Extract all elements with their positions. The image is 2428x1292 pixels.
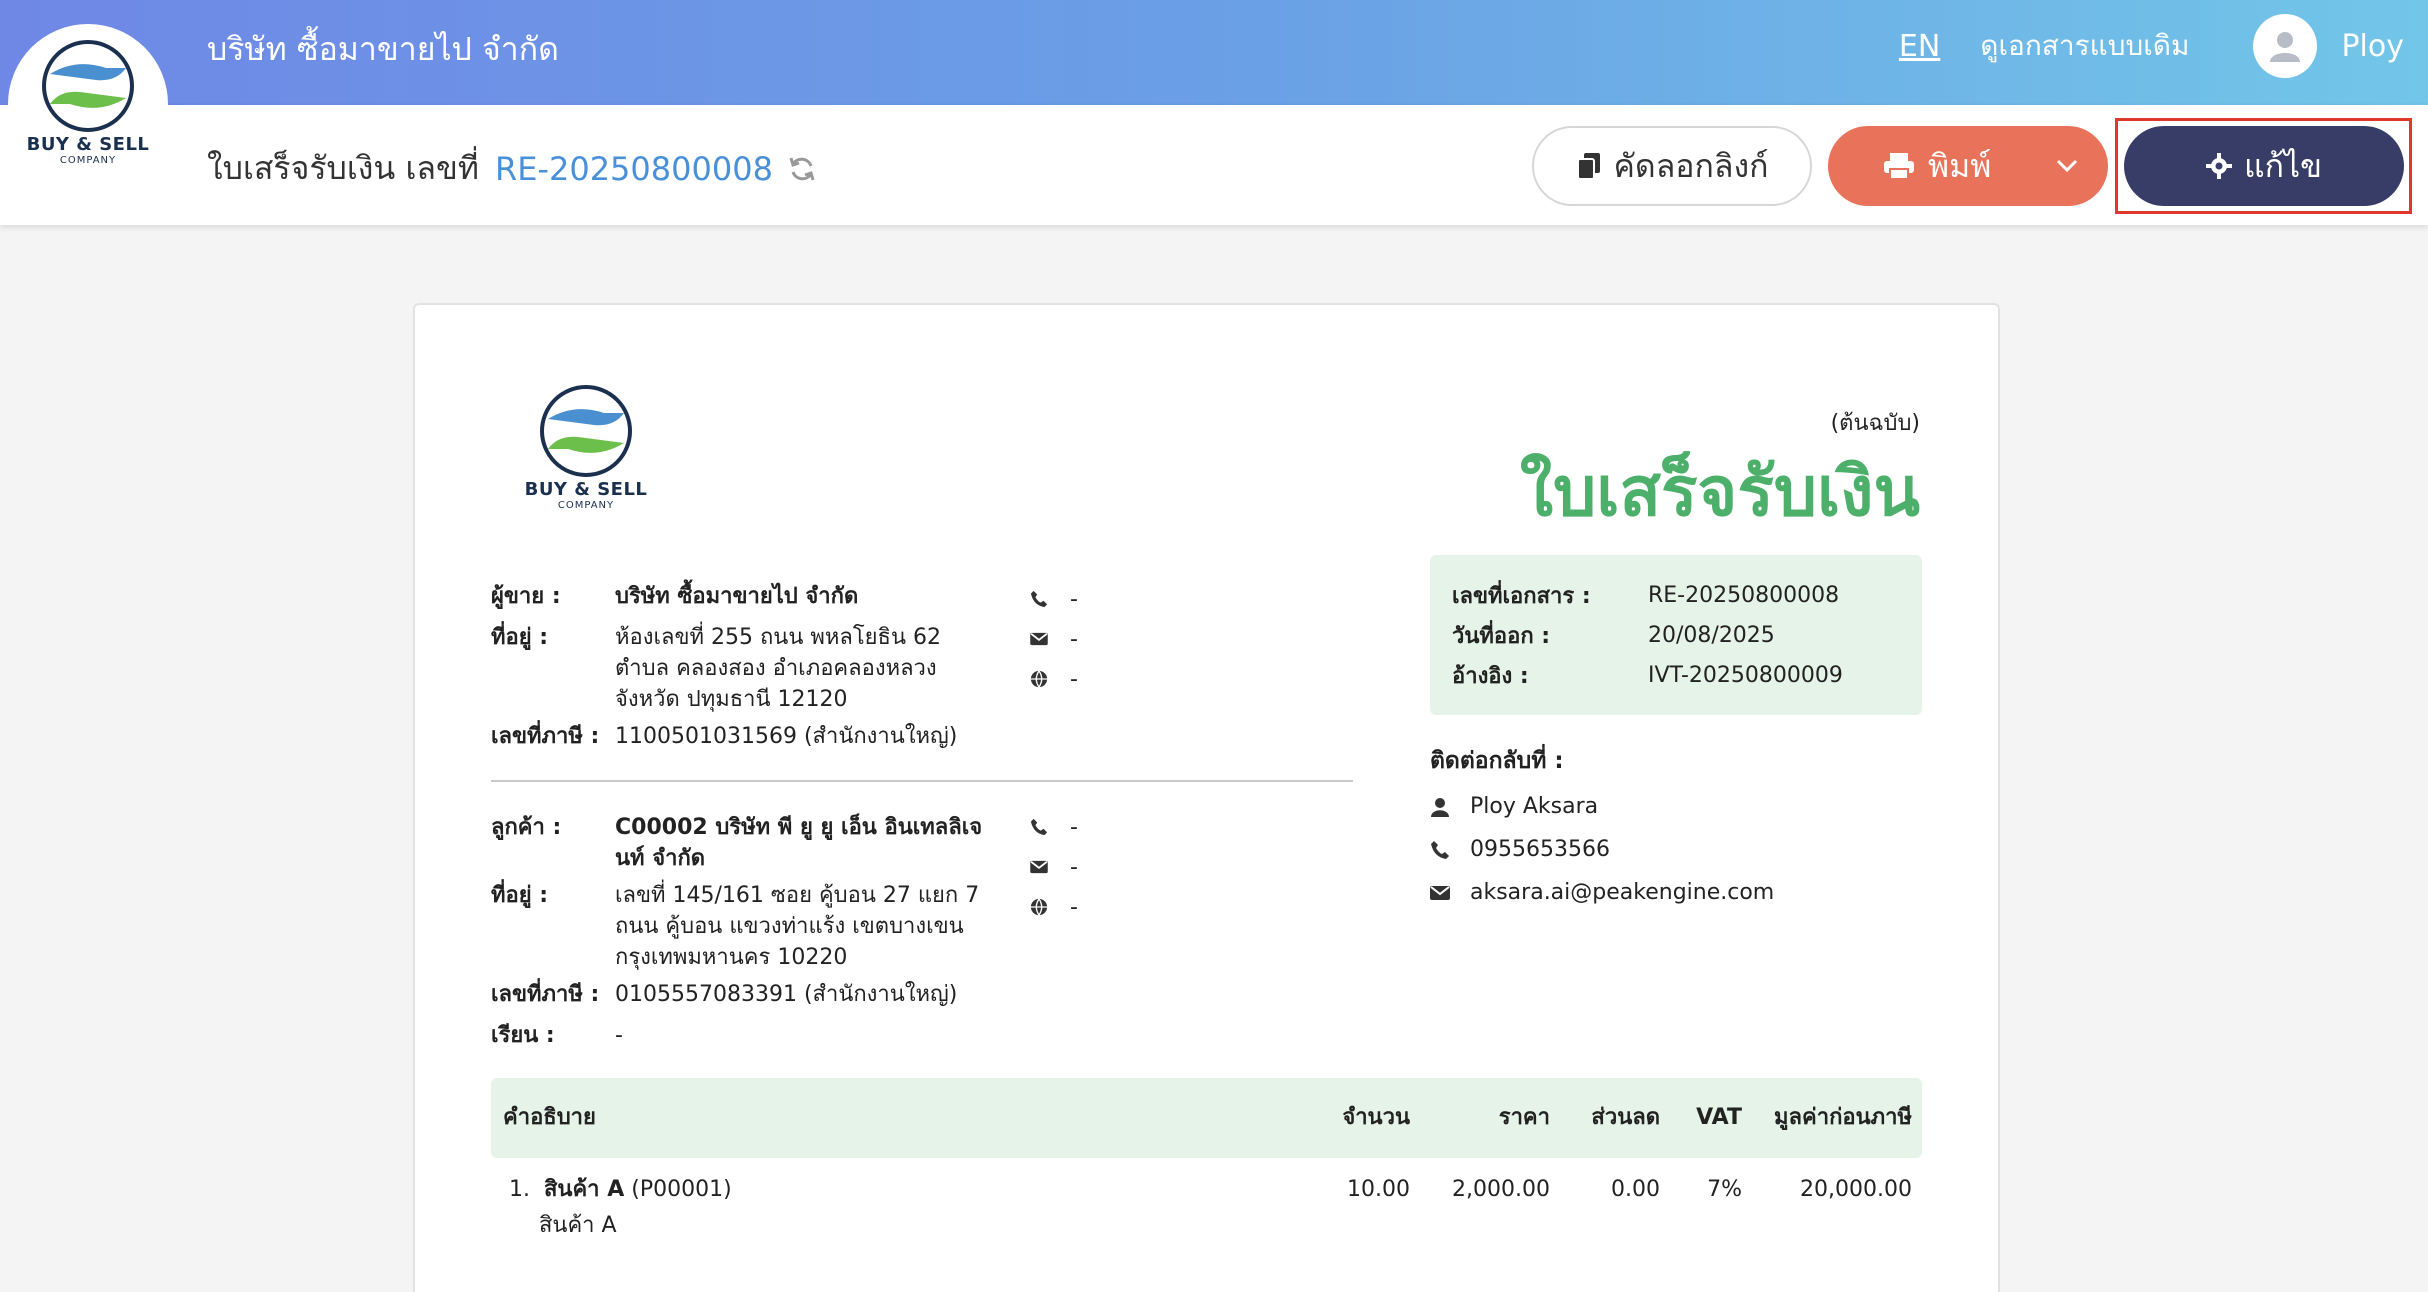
globe-icon bbox=[1030, 898, 1070, 916]
print-label: พิมพ์ bbox=[1928, 146, 1992, 185]
seller-tax-id: 1100501031569 (สำนักงานใหญ่) bbox=[615, 724, 958, 749]
topbar-right: EN ดูเอกสารแบบเดิม Ploy bbox=[1899, 14, 2404, 78]
customer-label: ลูกค้า : bbox=[491, 815, 562, 840]
old-document-view-link[interactable]: ดูเอกสารแบบเดิม bbox=[1980, 24, 2189, 68]
contact-phone: 0955653566 bbox=[1470, 837, 1610, 862]
col-discount: ส่วนลด bbox=[1591, 1105, 1660, 1130]
print-button[interactable]: พิมพ์ bbox=[1828, 126, 2108, 206]
items-table-header: คำอธิบาย จำนวน ราคา ส่วนลด VAT มูลค่าก่อ… bbox=[491, 1078, 1922, 1158]
customer-contact: - - - bbox=[1030, 807, 1078, 927]
customer-tax-id: 0105557083391 (สำนักงานใหญ่) bbox=[615, 982, 958, 1007]
receipt-document: BUY & SELL COMPANY (ต้นฉบับ) ใบเสร็จรับเ… bbox=[413, 303, 2000, 1292]
contact-email-row: aksara.ai@peakengine.com bbox=[1430, 871, 1774, 914]
customer-address-label: ที่อยู่ : bbox=[491, 883, 549, 908]
edit-button-highlight bbox=[2115, 118, 2412, 214]
top-bar: บริษัท ซื้อมาขายไป จำกัด EN ดูเอกสารแบบเ… bbox=[0, 0, 2428, 105]
refresh-icon[interactable] bbox=[787, 154, 817, 184]
copy-link-label: คัดลอกลิงก์ bbox=[1613, 146, 1769, 185]
contact-email: aksara.ai@peakengine.com bbox=[1470, 880, 1775, 905]
print-dropdown-toggle[interactable] bbox=[2038, 126, 2108, 206]
user-name[interactable]: Ploy bbox=[2341, 29, 2404, 64]
item-description: 1. สินค้า A (P00001) bbox=[509, 1172, 732, 1208]
doc-number[interactable]: RE-20250800008 bbox=[495, 150, 773, 188]
doc-label: ใบเสร็จรับเงิน เลขที่ bbox=[207, 149, 479, 187]
col-price: ราคา bbox=[1498, 1105, 1550, 1130]
contact-phone-row: 0955653566 bbox=[1430, 828, 1774, 871]
seller-address: ห้องเลขที่ 255 ถนน พหลโยธิน 62 ตำบล คลอง… bbox=[615, 625, 942, 712]
item-price: 2,000.00 bbox=[1452, 1177, 1550, 1202]
item-vat: 7% bbox=[1707, 1177, 1742, 1202]
col-quantity: จำนวน bbox=[1342, 1105, 1410, 1130]
seller-tax-label: เลขที่ภาษี : bbox=[491, 724, 600, 749]
contact-title: ติดต่อกลับที่ : bbox=[1430, 748, 1564, 774]
item-code: (P00001) bbox=[631, 1177, 732, 1202]
original-copy-tag: (ต้นฉบับ) bbox=[1830, 411, 1920, 436]
chevron-down-icon bbox=[2056, 159, 2078, 173]
seller-block: ผู้ขาย : บริษัท ซื้อมาขายไป จำกัด ที่อยู่… bbox=[491, 581, 1001, 752]
globe-icon bbox=[1030, 670, 1070, 688]
envelope-icon bbox=[1030, 860, 1070, 874]
printer-icon bbox=[1884, 153, 1914, 180]
attention-label: เรียน : bbox=[491, 1023, 555, 1048]
contact-name-row: Ploy Aksara bbox=[1430, 785, 1774, 828]
logo-subtext: COMPANY bbox=[59, 155, 117, 166]
language-toggle[interactable]: EN bbox=[1899, 29, 1940, 64]
customer-block: ลูกค้า : C00002 บริษัท พี ยู ยู เอ็น อินเ… bbox=[491, 812, 1001, 1051]
handshake-logo-icon bbox=[42, 40, 134, 132]
seller-email: - bbox=[1070, 626, 1078, 652]
copy-icon bbox=[1576, 153, 1600, 180]
user-avatar-icon[interactable] bbox=[2253, 14, 2318, 78]
phone-icon bbox=[1030, 590, 1070, 608]
col-vat: VAT bbox=[1696, 1105, 1742, 1130]
logo-subtext: COMPANY bbox=[557, 500, 615, 511]
document-logo: BUY & SELL COMPANY bbox=[511, 383, 661, 511]
seller-phone: - bbox=[1070, 586, 1078, 612]
item-number: 1. bbox=[509, 1177, 530, 1202]
item-subtext: สินค้า A bbox=[539, 1213, 617, 1238]
col-description: คำอธิบาย bbox=[503, 1105, 596, 1130]
seller-contact: - - - bbox=[1030, 579, 1078, 699]
customer-website: - bbox=[1070, 894, 1078, 920]
info-row: วันที่ออก :20/08/2025 bbox=[1452, 622, 1775, 649]
party-divider bbox=[491, 780, 1353, 782]
item-discount: 0.00 bbox=[1611, 1177, 1660, 1202]
seller-address-label: ที่อยู่ : bbox=[491, 625, 549, 650]
document-header: ใบเสร็จรับเงิน เลขที่ RE-20250800008 คัด… bbox=[0, 105, 2428, 225]
customer-address: เลขที่ 145/161 ซอย คู้บอน 27 แยก 7 ถนน ค… bbox=[615, 883, 980, 970]
document-type-title: ใบเสร็จรับเงิน bbox=[1519, 453, 1920, 532]
phone-icon bbox=[1030, 818, 1070, 836]
col-amount: มูลค่าก่อนภาษี bbox=[1774, 1105, 1912, 1130]
seller-name: บริษัท ซื้อมาขายไป จำกัด bbox=[615, 584, 859, 609]
logo-text: BUY & SELL bbox=[524, 479, 648, 500]
seller-website: - bbox=[1070, 666, 1078, 692]
copy-link-button[interactable]: คัดลอกลิงก์ bbox=[1532, 126, 1812, 206]
item-quantity: 10.00 bbox=[1347, 1177, 1410, 1202]
contact-list: Ploy Aksara 0955653566 aksara.ai@peakeng… bbox=[1430, 785, 1774, 914]
customer-phone: - bbox=[1070, 814, 1078, 840]
customer-tax-label: เลขที่ภาษี : bbox=[491, 982, 600, 1007]
company-logo[interactable]: BUY & SELL COMPANY bbox=[8, 24, 168, 184]
doc-heading: ใบเสร็จรับเงิน เลขที่ RE-20250800008 bbox=[207, 143, 817, 194]
seller-label: ผู้ขาย : bbox=[491, 584, 561, 609]
logo-text: BUY & SELL bbox=[26, 134, 150, 155]
attention-value: - bbox=[615, 1023, 623, 1048]
table-row: 1. สินค้า A (P00001) สินค้า A 10.00 2,00… bbox=[491, 1160, 1922, 1260]
document-info-box: เลขที่เอกสาร : RE-20250800008 วันที่ออก :… bbox=[1430, 555, 1922, 715]
phone-icon bbox=[1430, 840, 1470, 860]
item-name: สินค้า A bbox=[544, 1177, 625, 1202]
company-title: บริษัท ซื้อมาขายไป จำกัด bbox=[207, 30, 559, 68]
envelope-icon bbox=[1430, 885, 1470, 901]
envelope-icon bbox=[1030, 632, 1070, 646]
info-row: เลขที่เอกสาร : RE-20250800008 bbox=[1452, 582, 1840, 609]
customer-email: - bbox=[1070, 854, 1078, 880]
item-amount: 20,000.00 bbox=[1800, 1177, 1912, 1202]
person-icon bbox=[1430, 797, 1470, 817]
info-row: อ้างอิง : IVT-20250800009 bbox=[1452, 662, 1843, 689]
contact-name: Ploy Aksara bbox=[1470, 794, 1599, 819]
handshake-logo-icon bbox=[540, 385, 632, 477]
customer-name: C00002 บริษัท พี ยู ยู เอ็น อินเทลลิเจนท… bbox=[615, 815, 983, 871]
